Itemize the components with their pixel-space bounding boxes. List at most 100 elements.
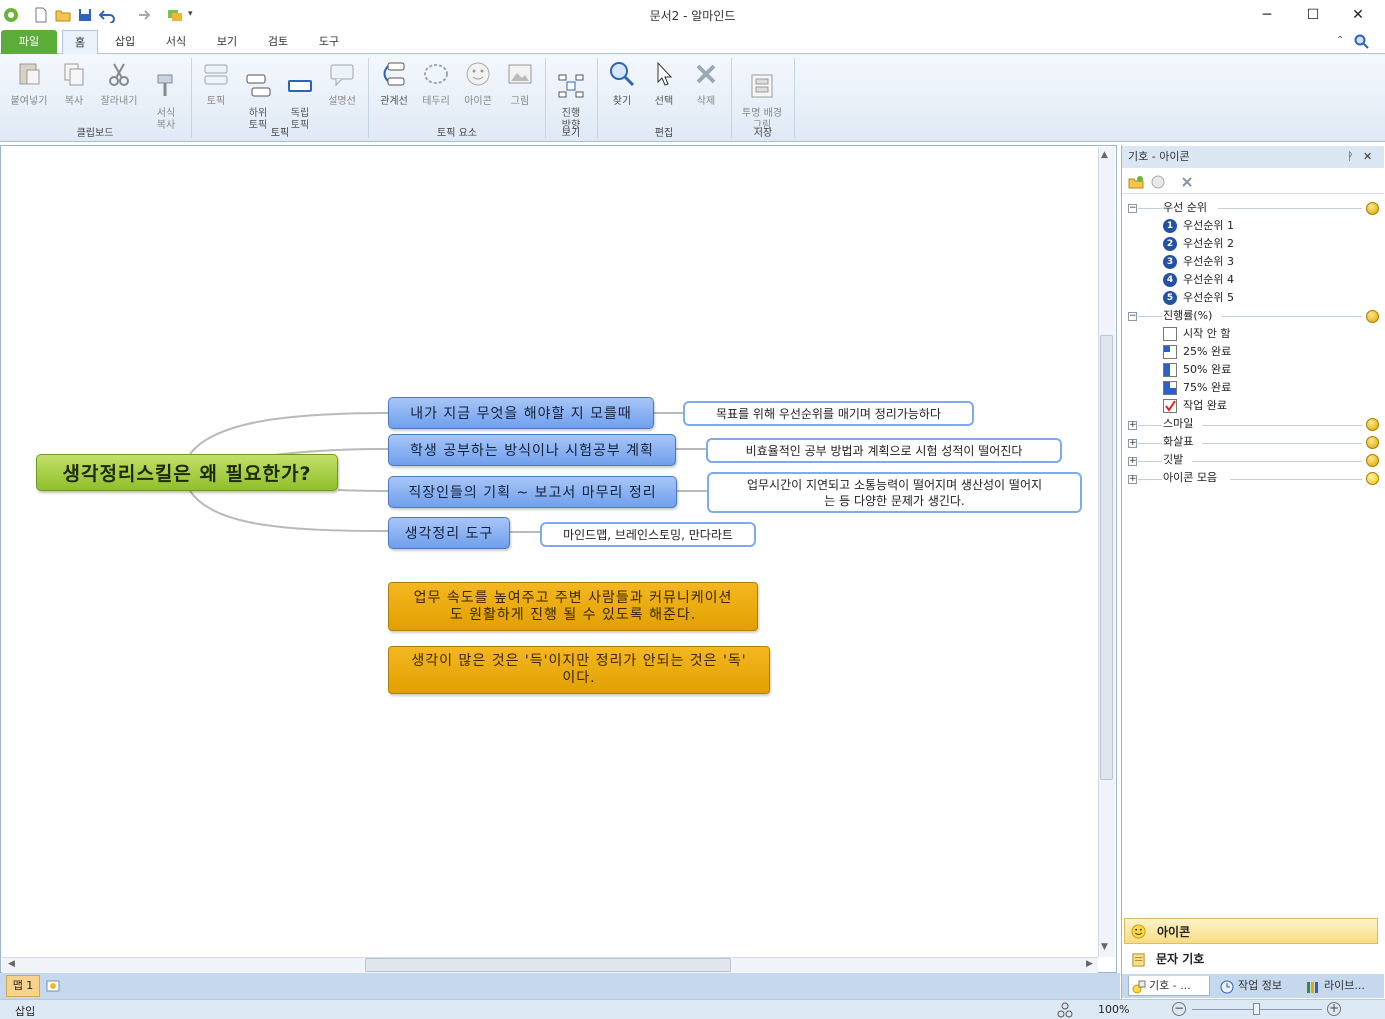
priority-item[interactable]: 우선순위 1 — [1183, 217, 1234, 235]
priority-item[interactable]: 우선순위 4 — [1183, 271, 1234, 289]
category-priority[interactable]: 우선 순위 — [1163, 199, 1207, 217]
maximize-button[interactable]: ☐ — [1290, 0, 1336, 30]
tab-tools[interactable]: 도구 — [312, 30, 346, 54]
main-topic[interactable]: 내가 지금 무엇을 해야할 지 모를때 — [388, 397, 654, 429]
progress-0-icon — [1163, 327, 1177, 341]
main-topic[interactable]: 직장인들의 기획 ~ 보고서 마무리 정리 — [388, 476, 677, 508]
progress-item[interactable]: 50% 완료 — [1183, 361, 1231, 379]
paste-button[interactable]: 붙여넣기 — [6, 60, 52, 108]
copy-icon — [64, 63, 84, 86]
section-icon[interactable]: 아이콘 — [1124, 918, 1378, 944]
tab-file[interactable]: 파일 — [1, 30, 57, 54]
find-button[interactable]: 찾기 — [602, 60, 642, 108]
select-button[interactable]: 선택 — [644, 60, 684, 108]
topic-button[interactable]: 토픽 — [198, 60, 234, 108]
panel-tab-bar: 기호 - ... 작업 정보 라이브... — [1122, 974, 1384, 998]
progress-item[interactable]: 시작 안 함 — [1183, 325, 1230, 343]
close-button[interactable]: ✕ — [1335, 0, 1381, 30]
icon-button[interactable]: 아이콘 — [458, 60, 498, 108]
category-arrow[interactable]: 화살표 — [1163, 433, 1193, 451]
progress-item[interactable]: 25% 완료 — [1183, 343, 1231, 361]
priority-item[interactable]: 우선순위 5 — [1183, 289, 1234, 307]
section-char-label: 문자 기호 — [1156, 952, 1205, 966]
relation-button[interactable]: 관계선 — [374, 60, 414, 108]
expand-toggle[interactable]: + — [1128, 457, 1137, 466]
remove-symbol-icon[interactable] — [1179, 174, 1195, 190]
sub-topic[interactable]: 업무시간이 지연되고 소통능력이 떨어지며 생산성이 떨어지 는 등 다양한 문… — [707, 472, 1082, 513]
scroll-up-icon[interactable]: ▲ — [1101, 150, 1108, 160]
ribbon-collapse-icon[interactable]: ⌃ — [1336, 35, 1344, 46]
page-tab-map1[interactable]: 맵 1 — [6, 975, 40, 997]
edit-symbol-icon[interactable] — [1150, 174, 1166, 190]
sub-topic[interactable]: 비효율적인 공부 방법과 계획으로 시험 성적이 떨어진다 — [706, 438, 1062, 463]
zoom-slider-thumb[interactable] — [1253, 1003, 1260, 1015]
zoom-in-icon[interactable]: + — [1327, 1002, 1341, 1016]
scroll-right-icon[interactable]: ▶ — [1086, 959, 1093, 969]
section-char-symbol[interactable]: 문자 기호 — [1124, 946, 1378, 972]
cut-button[interactable]: 잘라내기 — [96, 60, 142, 108]
main-topic[interactable]: 생각정리 도구 — [388, 517, 510, 549]
minimize-button[interactable]: ─ — [1244, 0, 1290, 30]
smiley-icon — [1131, 924, 1146, 939]
image-button[interactable]: 그림 — [500, 60, 540, 108]
clock-icon — [1220, 980, 1234, 994]
category-smile[interactable]: 스마일 — [1163, 415, 1193, 433]
boundary-button[interactable]: 테두리 — [416, 60, 456, 108]
add-page-icon[interactable] — [45, 978, 61, 994]
coin-icon[interactable] — [1366, 454, 1379, 467]
help-search-icon[interactable] — [1354, 34, 1370, 50]
collapse-toggle[interactable]: − — [1128, 204, 1137, 213]
coin-icon[interactable] — [1366, 436, 1379, 449]
copy-button[interactable]: 복사 — [56, 60, 92, 108]
sub-topic[interactable]: 마인드맵, 브레인스토밍, 만다라트 — [540, 522, 756, 547]
floating-topic[interactable]: 생각이 많은 것은 '득'이지만 정리가 안되는 것은 '독' 이다. — [388, 646, 770, 694]
panel-tab-symbol-label: 기호 - ... — [1149, 979, 1191, 992]
priority-item[interactable]: 우선순위 3 — [1183, 253, 1234, 271]
panel-close-icon[interactable]: ✕ — [1363, 150, 1372, 163]
coin-icon[interactable] — [1366, 310, 1379, 323]
coin-icon[interactable] — [1366, 202, 1379, 215]
find-label: 찾기 — [612, 96, 632, 107]
category-icon-set[interactable]: 아이콘 모음 — [1163, 469, 1217, 487]
tab-home[interactable]: 홈 — [62, 30, 98, 55]
progress-done-icon — [1163, 399, 1177, 413]
collapse-toggle[interactable]: − — [1128, 312, 1137, 321]
zoom-out-icon[interactable]: − — [1172, 1002, 1186, 1016]
central-topic[interactable]: 생각정리스킬은 왜 필요한가? — [36, 454, 338, 491]
sub-topic[interactable]: 목표를 위해 우선순위를 매기며 정리가능하다 — [683, 401, 974, 426]
expand-toggle[interactable]: + — [1128, 421, 1137, 430]
callout-label: 설명선 — [328, 96, 356, 107]
pin-icon[interactable]: ᚹ — [1347, 150, 1354, 163]
floating-topic[interactable]: 업무 속도를 높여주고 주변 사람들과 커뮤니케이션 도 원활하게 진행 될 수… — [388, 582, 758, 631]
expand-toggle[interactable]: + — [1128, 475, 1137, 484]
map-structure-icon[interactable] — [1057, 1002, 1073, 1018]
main-topic[interactable]: 학생 공부하는 방식이나 시험공부 계획 — [388, 434, 676, 466]
scroll-down-icon[interactable]: ▼ — [1101, 942, 1108, 952]
tab-view[interactable]: 보기 — [210, 30, 244, 54]
tree-line — [1138, 425, 1162, 426]
coin-icon[interactable] — [1366, 418, 1379, 431]
mindmap-canvas[interactable] — [0, 145, 1117, 973]
add-symbol-icon[interactable] — [1128, 174, 1144, 190]
category-progress[interactable]: 진행률(%) — [1163, 307, 1212, 325]
horizontal-scroll-thumb[interactable] — [365, 958, 731, 972]
expand-toggle[interactable]: + — [1128, 439, 1137, 448]
progress-item[interactable]: 작업 완료 — [1183, 397, 1227, 415]
scroll-left-icon[interactable]: ◀ — [8, 959, 15, 969]
vertical-scroll-thumb[interactable] — [1100, 335, 1113, 780]
delete-button[interactable]: 삭제 — [686, 60, 726, 108]
callout-button[interactable]: 설명선 — [322, 60, 362, 108]
tab-review[interactable]: 검토 — [261, 30, 295, 54]
symbol-panel — [1121, 145, 1385, 999]
paste-label: 붙여넣기 — [10, 96, 48, 107]
tree-line — [1222, 316, 1362, 317]
progress-item[interactable]: 75% 완료 — [1183, 379, 1231, 397]
category-flag[interactable]: 깃발 — [1163, 451, 1183, 469]
smile-coin-icon[interactable] — [1366, 472, 1379, 485]
priority-item[interactable]: 우선순위 2 — [1183, 235, 1234, 253]
delete-label: 삭제 — [696, 96, 716, 107]
tab-insert[interactable]: 삽입 — [108, 30, 142, 54]
edit-group-label: 편집 — [654, 128, 674, 139]
clipboard-group-label: 클립보드 — [76, 128, 114, 139]
tab-format[interactable]: 서식 — [159, 30, 193, 54]
